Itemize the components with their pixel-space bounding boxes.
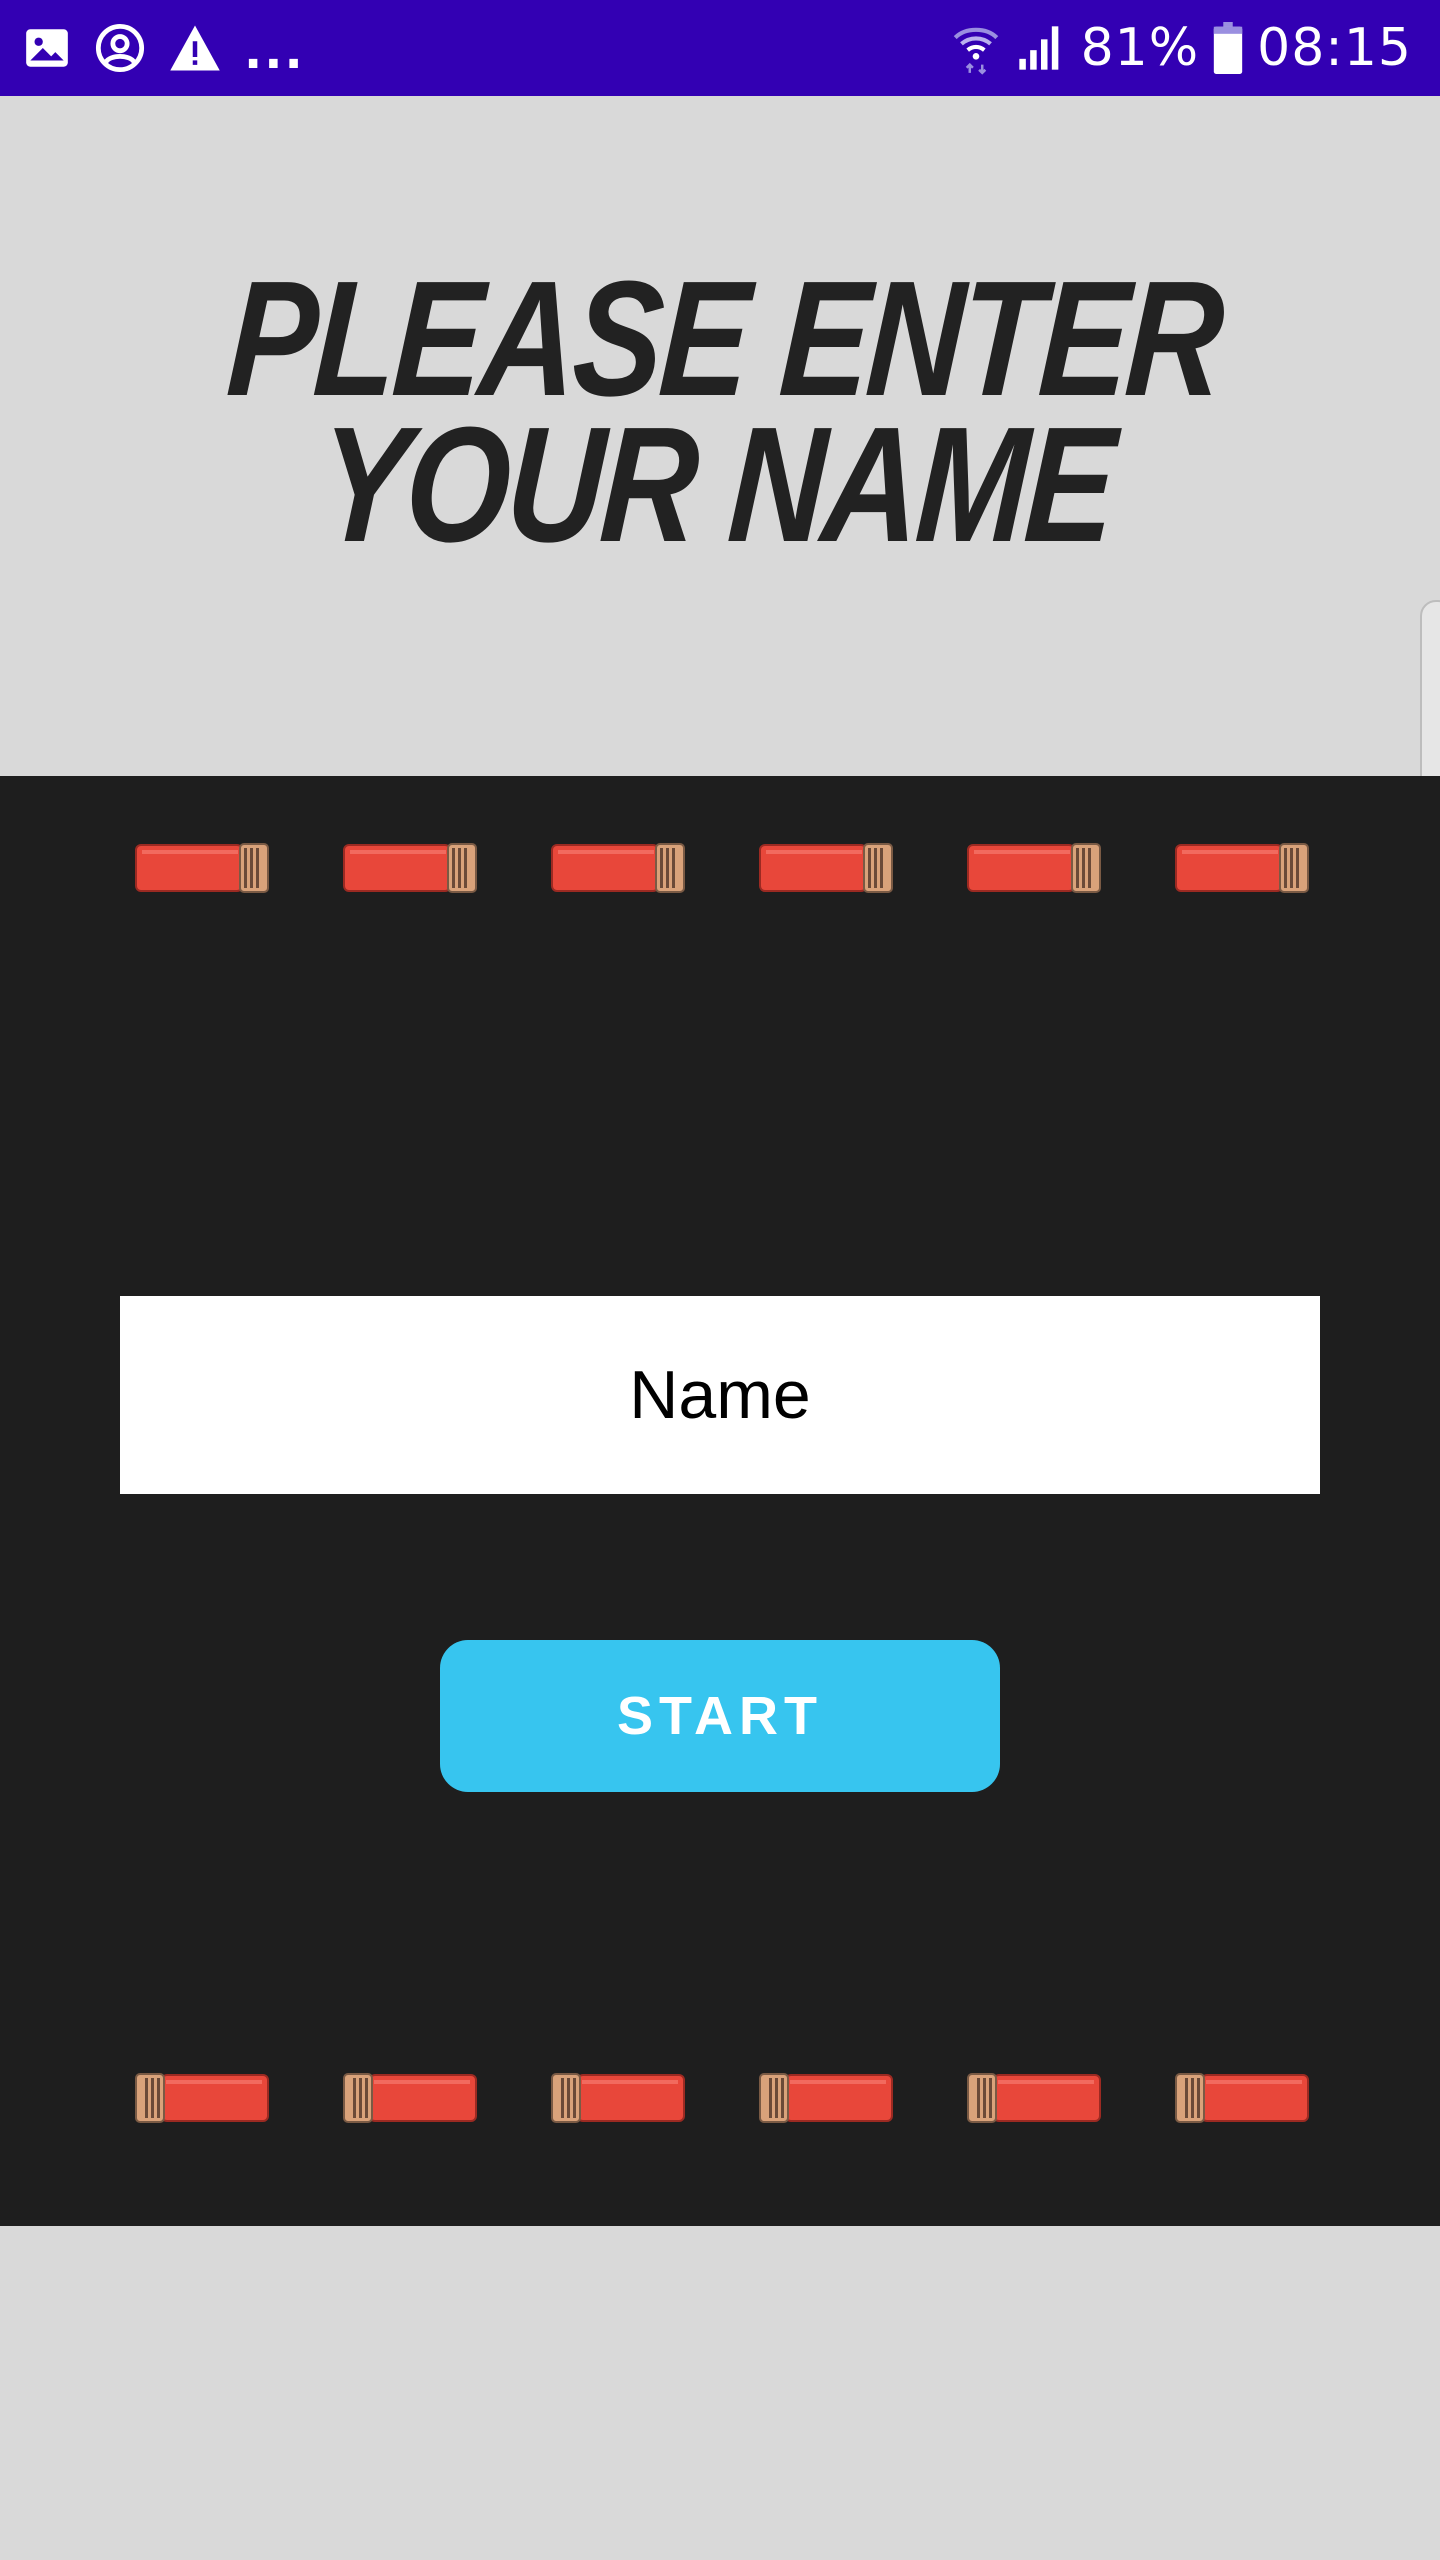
start-button[interactable]: START [440, 1640, 1000, 1792]
title-area: PLEASE ENTER YOUR NAME [0, 96, 1440, 776]
shells-bottom-row [0, 2072, 1440, 2132]
shell-icon-top-3 [550, 842, 686, 894]
name-input[interactable] [120, 1296, 1320, 1494]
signal-icon [1015, 23, 1067, 73]
notification-icons: ... [22, 0, 305, 96]
warning-icon [168, 23, 222, 73]
entry-panel [0, 776, 1440, 2226]
image-icon [22, 23, 72, 73]
title-line-2: YOUR NAME [314, 393, 1118, 576]
status-bar: ... 81% 08:15 [0, 0, 1440, 96]
clock: 08:15 [1257, 18, 1412, 78]
shell-icon-top-5 [966, 842, 1102, 894]
page-title: PLEASE ENTER YOUR NAME [121, 247, 1319, 576]
shell-icon-top-1 [134, 842, 270, 894]
battery-icon [1213, 22, 1243, 74]
wifi-icon [951, 21, 1001, 75]
shell-icon-top-4 [758, 842, 894, 894]
battery-percentage: 81% [1080, 18, 1200, 78]
shell-icon-top-6 [1174, 842, 1310, 894]
title-line-1: PLEASE ENTER [223, 247, 1226, 430]
more-notifications-indicator: ... [244, 24, 305, 80]
shell-icon-bottom-4 [758, 2072, 894, 2124]
shell-icon-bottom-1 [134, 2072, 270, 2124]
account-circle-icon [94, 22, 146, 74]
shells-top-row [0, 842, 1440, 902]
shell-icon-bottom-5 [966, 2072, 1102, 2124]
shell-icon-bottom-2 [342, 2072, 478, 2124]
system-icons: 81% 08:15 [951, 0, 1412, 96]
shell-icon-bottom-6 [1174, 2072, 1310, 2124]
shell-icon-top-2 [342, 842, 478, 894]
shell-icon-bottom-3 [550, 2072, 686, 2124]
